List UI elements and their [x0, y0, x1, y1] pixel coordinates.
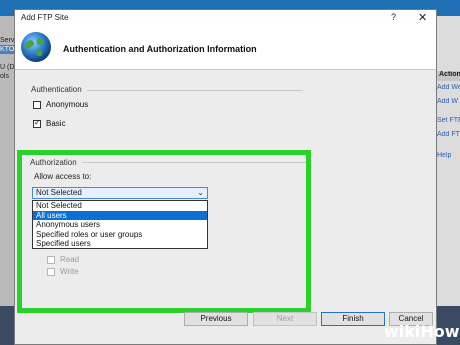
- action-link[interactable]: Set FTP: [437, 117, 460, 124]
- tree-item[interactable]: [0, 54, 14, 63]
- finish-button[interactable]: Finish: [321, 312, 385, 326]
- chevron-down-icon[interactable]: ⌄: [197, 188, 204, 198]
- close-button[interactable]: ✕: [418, 11, 427, 24]
- write-checkbox[interactable]: [47, 268, 55, 276]
- action-link[interactable]: Add FTP: [437, 131, 460, 138]
- previous-button[interactable]: Previous: [184, 312, 248, 326]
- dropdown-option[interactable]: Not Selected: [33, 201, 207, 211]
- authorization-group: Authorization Allow access to: Not Selec…: [17, 150, 311, 313]
- anonymous-checkbox[interactable]: [33, 101, 41, 109]
- dropdown-option[interactable]: Specified roles or user groups: [33, 230, 207, 240]
- wikihow-watermark: wikiHow: [384, 322, 460, 341]
- dialog-title-bar: Add FTP Site ? ✕: [15, 10, 436, 26]
- globe-icon: [21, 32, 51, 62]
- authentication-group: Authentication Anonymous ✓ Basic: [27, 85, 305, 145]
- authorization-legend: Authorization: [30, 158, 77, 167]
- allow-access-dropdown: Not Selected All users Anonymous users S…: [32, 200, 208, 249]
- action-link[interactable]: Help: [437, 152, 460, 159]
- basic-checkbox[interactable]: ✓: [33, 118, 41, 128]
- read-checkbox[interactable]: [47, 256, 55, 264]
- allow-access-select[interactable]: Not Selected ⌄: [32, 187, 208, 199]
- group-divider: [87, 90, 303, 91]
- action-link[interactable]: Add We: [437, 84, 460, 91]
- checkmark-icon: ✓: [34, 118, 41, 127]
- action-link[interactable]: Add W: [437, 98, 460, 105]
- tree-item[interactable]: Servi: [0, 36, 14, 45]
- page-title: Authentication and Authorization Informa…: [63, 44, 257, 54]
- select-value: Not Selected: [36, 188, 82, 197]
- read-label: Read: [60, 255, 80, 264]
- background-tree-items: Servi KTO U (D ols: [0, 36, 14, 81]
- tree-item[interactable]: KTO: [0, 45, 14, 54]
- tree-item[interactable]: ols: [0, 72, 14, 81]
- allow-access-label: Allow access to:: [34, 172, 92, 181]
- write-label: Write: [60, 267, 79, 276]
- dropdown-option[interactable]: Specified users: [33, 239, 207, 249]
- anonymous-label: Anonymous: [46, 100, 89, 109]
- authentication-legend: Authentication: [31, 85, 82, 94]
- tree-item[interactable]: U (D: [0, 63, 14, 72]
- actions-header: Actions: [437, 71, 460, 81]
- dialog-title: Add FTP Site: [21, 13, 69, 22]
- dialog-header: Authentication and Authorization Informa…: [15, 26, 436, 70]
- help-button[interactable]: ?: [391, 12, 396, 22]
- dropdown-option[interactable]: Anonymous users: [33, 220, 207, 230]
- add-ftp-site-dialog: Add FTP Site ? ✕ Authentication and Auth…: [14, 9, 437, 345]
- dropdown-option[interactable]: All users: [33, 210, 207, 220]
- group-divider: [82, 162, 306, 163]
- background-actions-panel: [437, 16, 460, 306]
- basic-label: Basic: [46, 119, 66, 128]
- next-button[interactable]: Next: [253, 312, 317, 326]
